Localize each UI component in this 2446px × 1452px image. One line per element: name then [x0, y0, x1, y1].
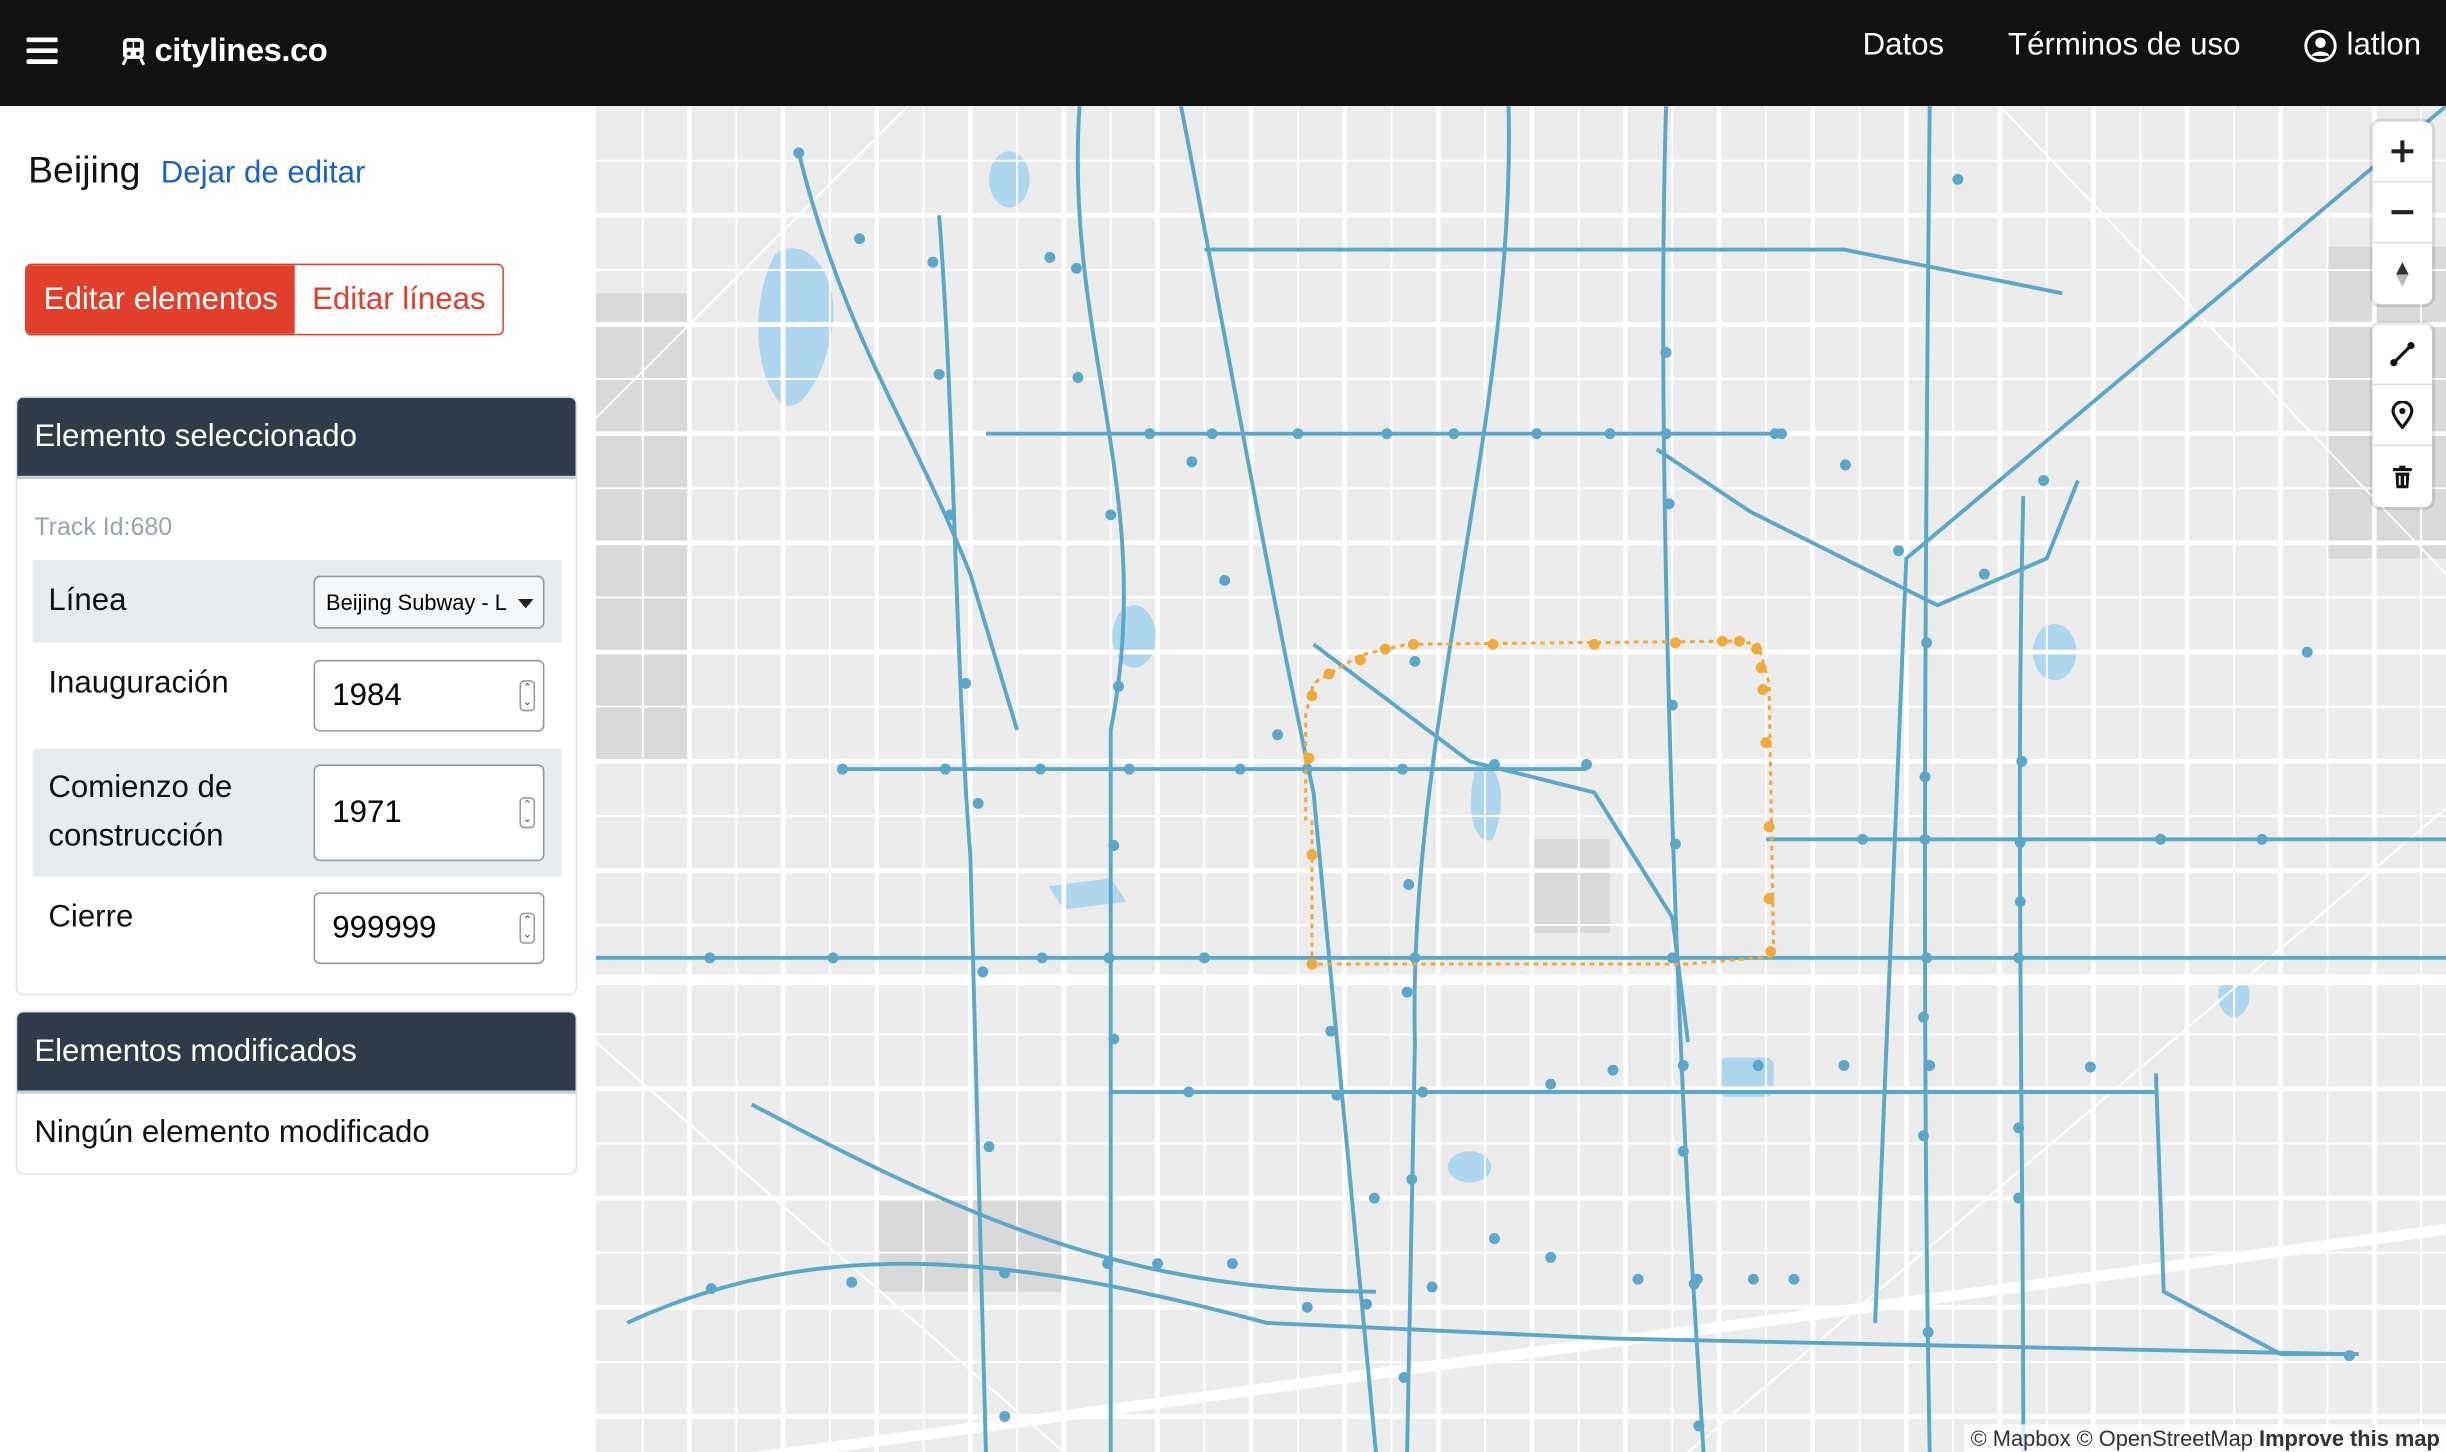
nav-terms-link[interactable]: Términos de uso	[2008, 28, 2240, 64]
stepper-icon[interactable]: ⌃ ⌄	[519, 797, 536, 829]
no-modified-message: Ningún elemento modificado	[34, 1115, 430, 1150]
train-icon	[121, 38, 146, 66]
line-label: Línea	[48, 583, 127, 618]
map-base	[595, 106, 2446, 1452]
draw-line-icon	[2390, 341, 2415, 367]
line-select[interactable]: Beijing Subway - L	[313, 575, 545, 629]
buildstart-year-input[interactable]: 1971 ⌃ ⌄	[313, 764, 545, 862]
draw-point-button[interactable]	[2372, 385, 2433, 447]
modified-features-header: Elementos modificados	[17, 1012, 576, 1094]
track-id-label: Track Id:680	[34, 514, 173, 542]
stepper-icon[interactable]: ⌃ ⌄	[519, 912, 536, 944]
draw-line-button[interactable]	[2372, 324, 2433, 386]
opening-label: Inauguración	[48, 666, 229, 701]
zoom-in-icon	[2391, 140, 2414, 163]
map-attribution: © Mapbox © OpenStreetMap Improve this ma…	[1964, 1424, 2446, 1452]
compass-icon	[2396, 261, 2409, 287]
zoom-in-button[interactable]	[2372, 122, 2433, 183]
edit-lines-button[interactable]: Editar líneas	[294, 265, 503, 334]
map-canvas[interactable]: © Mapbox © OpenStreetMap Improve this ma…	[595, 106, 2446, 1452]
user-name: latlon	[2346, 28, 2422, 63]
edit-mode-toggle: Editar elementos Editar líneas	[24, 263, 505, 336]
stop-editing-link[interactable]: Dejar de editar	[161, 156, 366, 192]
zoom-controls	[2372, 121, 2433, 305]
top-navbar: citylines.co Datos Términos de uso latlo…	[0, 0, 2446, 107]
modified-features-panel: Elementos modificados Ningún elemento mo…	[15, 1010, 578, 1175]
opening-year-input[interactable]: 1984 ⌃ ⌄	[313, 659, 545, 732]
brand-name: citylines.co	[154, 32, 328, 69]
city-title: Beijing	[28, 149, 141, 192]
line-row: Línea Beijing Subway - L	[32, 560, 562, 643]
closure-year-input[interactable]: 999999 ⌃ ⌄	[313, 892, 545, 965]
closure-row: Cierre 999999 ⌃ ⌄	[33, 889, 562, 970]
osm-attribution-link[interactable]: © OpenStreetMap	[2077, 1426, 2253, 1451]
draw-point-icon	[2391, 400, 2414, 429]
delete-feature-button[interactable]	[2373, 446, 2432, 507]
buildstart-row: Comienzo de construcción 1971 ⌃ ⌄	[32, 748, 562, 877]
nav-data-link[interactable]: Datos	[1863, 28, 1945, 64]
menu-icon[interactable]	[26, 37, 58, 65]
improve-map-link[interactable]: Improve this map	[2259, 1426, 2440, 1451]
editor-sidebar: Beijing Dejar de editar Editar elementos…	[0, 106, 596, 1452]
closure-label: Cierre	[48, 900, 134, 935]
nav-user-menu[interactable]: latlon	[2304, 28, 2421, 64]
user-circle-icon	[2304, 29, 2338, 63]
brand-logo[interactable]: citylines.co	[119, 30, 328, 74]
opening-row: Inauguración 1984 ⌃ ⌄	[33, 655, 562, 736]
zoom-out-button[interactable]	[2372, 183, 2433, 244]
chevron-down-icon	[517, 599, 534, 609]
draw-controls	[2372, 324, 2433, 507]
edit-features-button[interactable]: Editar elementos	[26, 265, 295, 334]
reset-bearing-button[interactable]	[2373, 243, 2432, 304]
buildstart-label: Comienzo de construcción	[48, 770, 233, 854]
selected-feature-header: Elemento seleccionado	[17, 397, 576, 479]
stepper-icon[interactable]: ⌃ ⌄	[519, 680, 536, 712]
selected-feature-panel: Elemento seleccionado Track Id:680 Línea…	[15, 396, 578, 996]
trash-icon	[2393, 464, 2412, 488]
mapbox-attribution-link[interactable]: © Mapbox	[1971, 1426, 2071, 1451]
zoom-out-icon	[2391, 210, 2414, 215]
